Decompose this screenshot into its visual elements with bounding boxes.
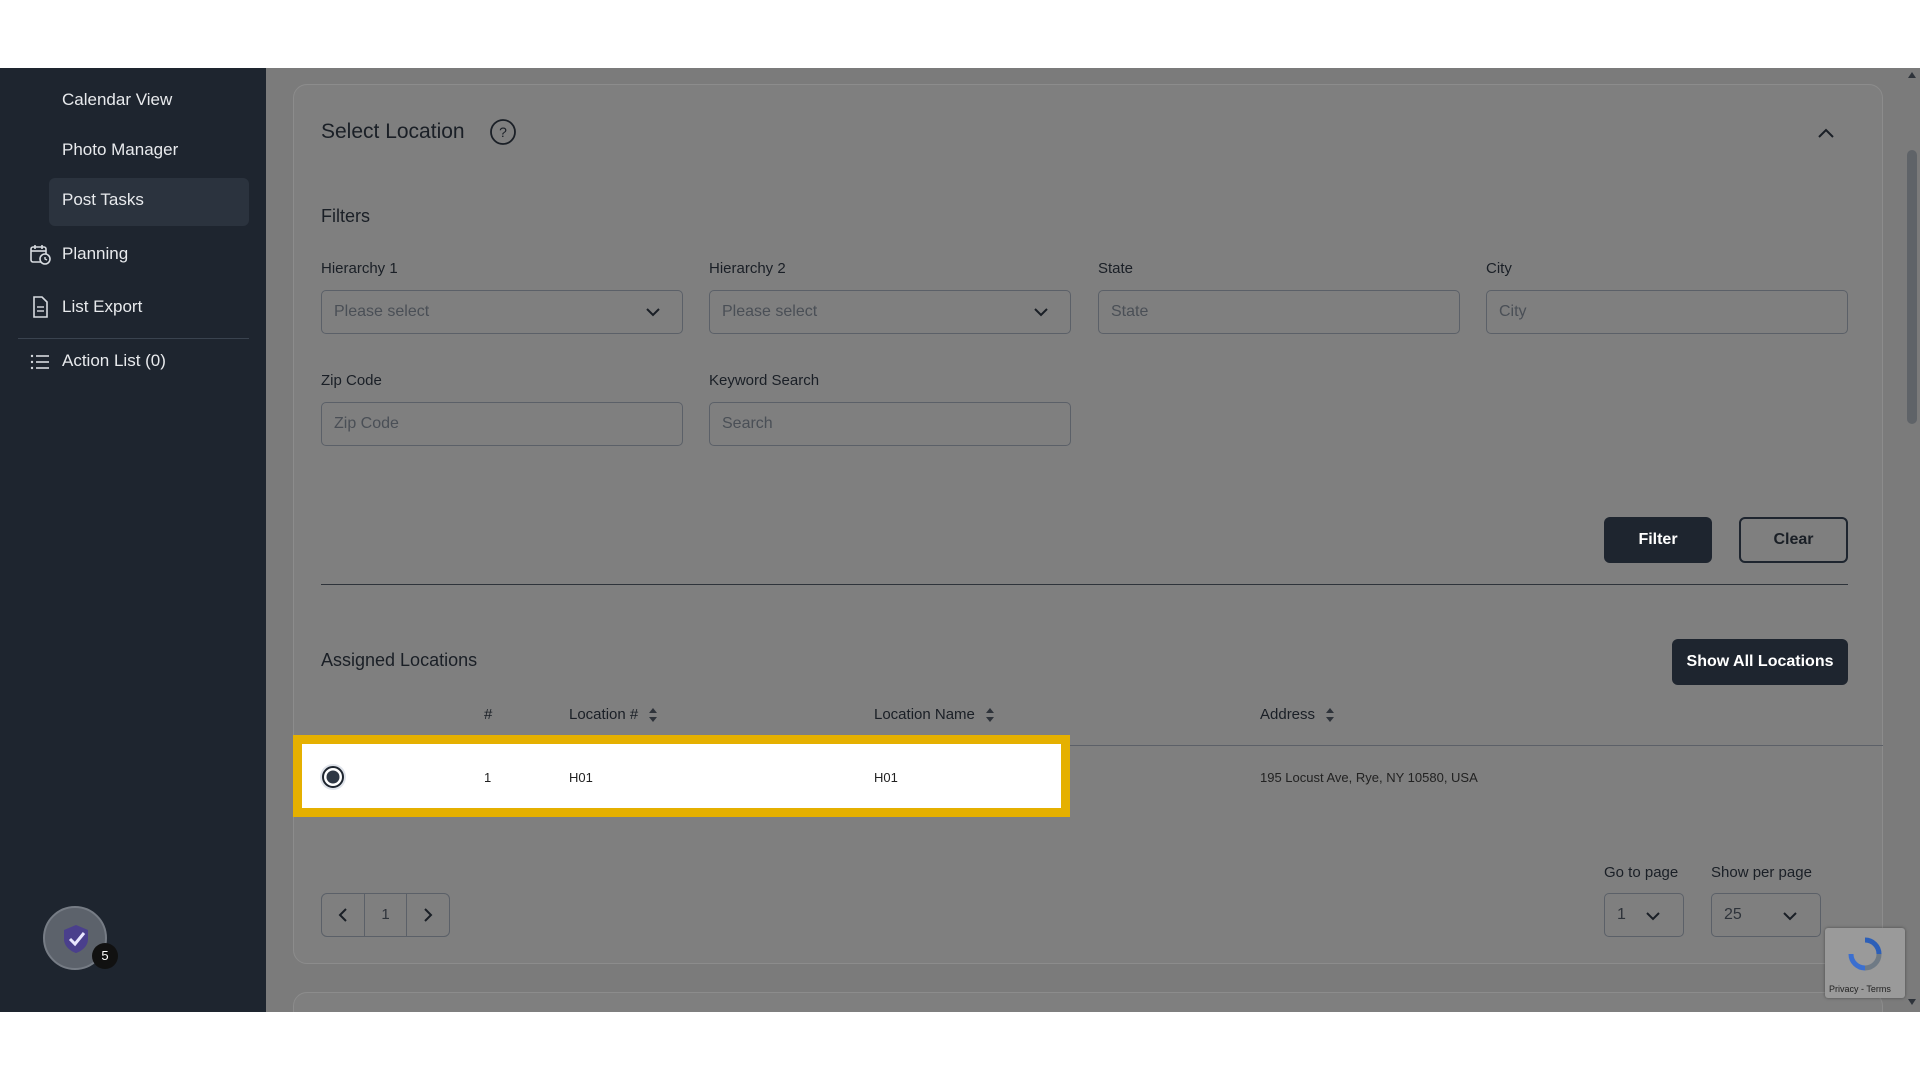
city-label: City (1486, 260, 1512, 277)
sidebar-item-planning[interactable]: Planning (62, 244, 128, 264)
main-content: Select Location ? Filters Hierarchy 1 Pl… (266, 68, 1920, 1012)
show-per-page-label: Show per page (1711, 864, 1812, 881)
next-panel (293, 992, 1883, 1012)
table-row-index: 1 (484, 770, 492, 785)
column-header-location-number-label: Location # (569, 706, 639, 723)
chevron-right-icon (424, 908, 433, 922)
scrollbar-thumb[interactable] (1907, 150, 1917, 424)
section-divider (321, 584, 1848, 585)
prev-page-button[interactable] (322, 894, 365, 936)
chevron-down-icon (646, 308, 660, 317)
chevron-left-icon (338, 908, 347, 922)
chevron-up-icon[interactable] (1814, 122, 1838, 146)
column-header-index: # (484, 706, 493, 723)
keyword-label: Keyword Search (709, 372, 820, 389)
sidebar-item-photo-manager[interactable]: Photo Manager (62, 140, 178, 160)
recaptcha-badge[interactable]: Privacy - Terms (1825, 928, 1905, 998)
app-window: Calendar View Photo Manager Post Tasks P… (0, 68, 1920, 1012)
sidebar-item-list-export[interactable]: List Export (62, 297, 142, 317)
panel-title: Select Location (321, 120, 465, 143)
per-page-value: 25 (1724, 906, 1742, 923)
column-header-address[interactable]: Address (1260, 706, 1335, 723)
state-label: State (1098, 260, 1134, 277)
svg-text:?: ? (499, 124, 507, 140)
check-shield-icon (64, 925, 88, 953)
current-page[interactable]: 1 (365, 894, 407, 936)
city-placeholder: City (1499, 303, 1527, 320)
hierarchy1-placeholder: Please select (334, 303, 430, 320)
per-page-select[interactable]: 25 (1711, 893, 1821, 937)
calendar-clock-icon (30, 245, 51, 265)
hierarchy2-placeholder: Please select (722, 303, 818, 320)
go-to-page-label: Go to page (1604, 864, 1679, 881)
row-select-radio[interactable] (318, 762, 348, 792)
chevron-down-icon (1034, 308, 1048, 317)
sidebar-item-action-list[interactable]: Action List (0) (62, 351, 166, 371)
zip-input[interactable]: Zip Code (321, 402, 683, 446)
next-page-button[interactable] (407, 894, 449, 936)
state-placeholder: State (1111, 303, 1149, 320)
zip-label: Zip Code (321, 372, 382, 389)
sidebar: Calendar View Photo Manager Post Tasks P… (0, 68, 266, 1012)
zip-placeholder: Zip Code (334, 415, 399, 432)
column-header-address-label: Address (1260, 706, 1316, 723)
sidebar-divider (18, 338, 249, 339)
filters-heading: Filters (321, 206, 370, 226)
sort-icon (649, 708, 658, 723)
hierarchy2-label: Hierarchy 2 (709, 260, 786, 277)
table-row-address: 195 Locust Ave, Rye, NY 10580, USA (1260, 770, 1478, 785)
hierarchy2-select[interactable]: Please select (709, 290, 1071, 334)
chevron-down-icon (1646, 912, 1660, 921)
scroll-up-icon[interactable] (1907, 71, 1917, 79)
hierarchy1-select[interactable]: Please select (321, 290, 683, 334)
keyword-placeholder: Search (722, 415, 773, 432)
sidebar-item-calendar-view[interactable]: Calendar View (62, 90, 172, 110)
recaptcha-icon (1848, 937, 1882, 971)
state-input[interactable]: State (1098, 290, 1460, 334)
help-icon[interactable]: ? (489, 118, 517, 146)
table-row-location-number: H01 (569, 770, 593, 785)
pagination: 1 (321, 893, 450, 937)
keyword-search-input[interactable]: Search (709, 402, 1071, 446)
sort-icon (986, 708, 995, 723)
hierarchy1-label: Hierarchy 1 (321, 260, 398, 277)
notification-badge: 5 (92, 943, 118, 969)
table-row-location-name: H01 (874, 770, 898, 785)
document-icon (33, 296, 48, 318)
city-input[interactable]: City (1486, 290, 1848, 334)
column-header-location-name-label: Location Name (874, 706, 975, 723)
recaptcha-links[interactable]: Privacy - Terms (1829, 984, 1891, 994)
go-to-page-value: 1 (1617, 906, 1626, 923)
column-header-location-number[interactable]: Location # (569, 706, 658, 723)
scroll-down-icon[interactable] (1907, 998, 1917, 1006)
sidebar-item-post-tasks[interactable]: Post Tasks (62, 190, 144, 210)
table-row-highlight[interactable] (293, 735, 1070, 817)
filter-button[interactable]: Filter (1604, 517, 1712, 563)
go-to-page-select[interactable]: 1 (1604, 893, 1684, 937)
chevron-down-icon (1783, 912, 1797, 921)
assigned-locations-heading: Assigned Locations (321, 650, 478, 670)
list-icon (30, 354, 49, 370)
clear-button[interactable]: Clear (1739, 517, 1848, 563)
sort-icon (1326, 708, 1335, 723)
column-header-location-name[interactable]: Location Name (874, 706, 995, 723)
show-all-locations-button[interactable]: Show All Locations (1672, 639, 1848, 685)
